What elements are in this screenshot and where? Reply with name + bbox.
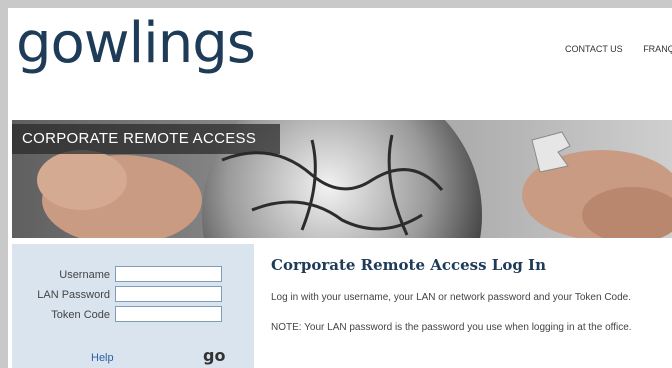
token-code-input[interactable] bbox=[115, 306, 222, 322]
banner-title: CORPORATE REMOTE ACCESS bbox=[12, 124, 280, 154]
francais-link[interactable]: FRANÇ bbox=[643, 44, 672, 54]
token-code-label: Token Code bbox=[51, 309, 110, 321]
page-title: Corporate Remote Access Log In bbox=[271, 256, 546, 274]
username-input[interactable] bbox=[115, 266, 222, 282]
gowlings-logo[interactable]: gowlings bbox=[16, 8, 256, 84]
help-link[interactable]: Help bbox=[91, 352, 114, 364]
lan-password-label: LAN Password bbox=[37, 289, 110, 301]
instructions-text: Log in with your username, your LAN or n… bbox=[271, 292, 632, 303]
top-nav: CONTACT US FRANÇ bbox=[565, 44, 672, 54]
lan-password-input[interactable] bbox=[115, 286, 222, 302]
contact-us-link[interactable]: CONTACT US bbox=[565, 44, 623, 54]
login-panel: Username LAN Password Token Code Help go bbox=[12, 244, 254, 368]
page: gowlings CONTACT US FRANÇ CORPORATE REMO… bbox=[8, 8, 672, 368]
go-button[interactable]: go bbox=[203, 346, 225, 365]
banner: CORPORATE REMOTE ACCESS bbox=[12, 120, 672, 238]
username-label: Username bbox=[59, 269, 110, 281]
note-text: NOTE: Your LAN password is the password … bbox=[271, 322, 632, 333]
